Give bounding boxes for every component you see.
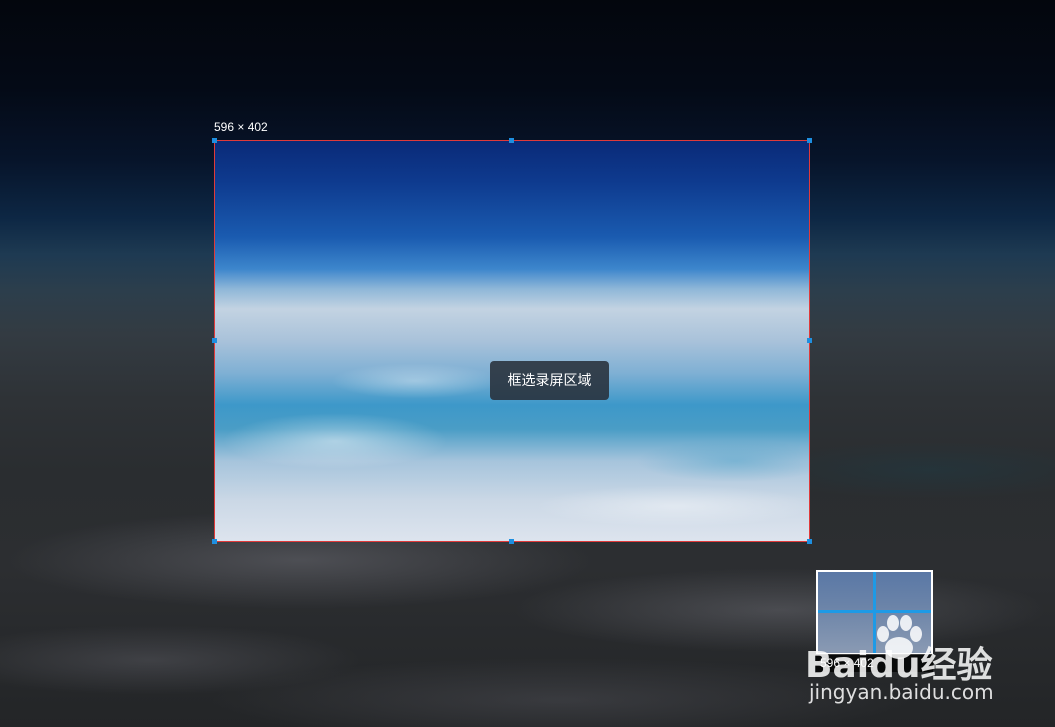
resize-handle-top[interactable] [509, 138, 514, 143]
watermark-url: jingyan.baidu.com [809, 680, 994, 704]
resize-handle-bottom-right[interactable] [807, 539, 812, 544]
select-region-hint: 框选录屏区域 [490, 361, 609, 400]
resize-handle-bottom-left[interactable] [212, 539, 217, 544]
paw-icon [877, 615, 922, 659]
resize-handle-bottom[interactable] [509, 539, 514, 544]
resize-handle-right[interactable] [807, 338, 812, 343]
selection-region[interactable] [214, 140, 810, 542]
resize-handle-top-right[interactable] [807, 138, 812, 143]
selection-size-label: 596 × 402 [214, 120, 268, 134]
resize-handle-top-left[interactable] [212, 138, 217, 143]
resize-handle-left[interactable] [212, 338, 217, 343]
